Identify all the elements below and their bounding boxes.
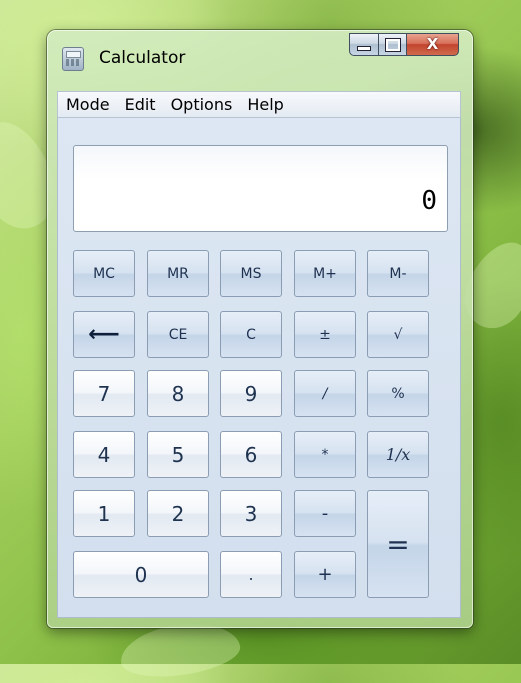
maximize-button[interactable]	[379, 33, 407, 56]
subtract-button[interactable]: -	[294, 490, 356, 537]
c-button[interactable]: C	[220, 311, 282, 358]
calculator-window: Calculator x Mode Edit Options Help 0 MC…	[47, 30, 473, 628]
ce-button[interactable]: CE	[147, 311, 209, 358]
calculator-app-icon[interactable]	[62, 47, 84, 71]
key-5[interactable]: 5	[147, 431, 209, 478]
minimize-icon	[357, 46, 371, 51]
close-icon: x	[426, 35, 439, 53]
decimal-button[interactable]: .	[220, 551, 282, 598]
mc-button[interactable]: MC	[73, 250, 135, 297]
display-value: 0	[421, 186, 437, 216]
window-title: Calculator	[99, 48, 186, 68]
result-display: 0	[73, 145, 448, 232]
key-7[interactable]: 7	[73, 370, 135, 417]
divide-button[interactable]: /	[294, 370, 356, 417]
backspace-arrow-icon: ⟵	[88, 322, 120, 347]
multiply-button[interactable]: *	[294, 431, 356, 478]
calculator-body: 0 MC MR MS M+ M- ⟵ CE C ± √ 7 8 9 / % 4 …	[57, 118, 461, 618]
reciprocal-label: 1/x	[385, 445, 411, 464]
sqrt-button[interactable]: √	[367, 311, 429, 358]
menu-mode[interactable]: Mode	[62, 95, 121, 114]
m-minus-button[interactable]: M-	[367, 250, 429, 297]
close-button[interactable]: x	[407, 33, 459, 56]
key-8[interactable]: 8	[147, 370, 209, 417]
menu-help[interactable]: Help	[243, 95, 294, 114]
key-1[interactable]: 1	[73, 490, 135, 537]
key-3[interactable]: 3	[220, 490, 282, 537]
menu-edit[interactable]: Edit	[121, 95, 167, 114]
reciprocal-button[interactable]: 1/x	[367, 431, 429, 478]
mr-button[interactable]: MR	[147, 250, 209, 297]
key-2[interactable]: 2	[147, 490, 209, 537]
ms-button[interactable]: MS	[220, 250, 282, 297]
menu-options[interactable]: Options	[167, 95, 244, 114]
m-plus-button[interactable]: M+	[294, 250, 356, 297]
key-4[interactable]: 4	[73, 431, 135, 478]
caption-buttons: x	[349, 33, 459, 56]
title-bar[interactable]: Calculator x	[47, 30, 473, 82]
add-button[interactable]: +	[294, 551, 356, 598]
percent-button[interactable]: %	[367, 370, 429, 417]
minimize-button[interactable]	[349, 33, 379, 56]
maximize-icon	[384, 37, 401, 52]
key-0[interactable]: 0	[73, 551, 209, 598]
equals-button[interactable]: =	[367, 490, 429, 598]
key-9[interactable]: 9	[220, 370, 282, 417]
backspace-button[interactable]: ⟵	[73, 311, 135, 358]
key-6[interactable]: 6	[220, 431, 282, 478]
negate-button[interactable]: ±	[294, 311, 356, 358]
menu-bar: Mode Edit Options Help	[57, 91, 461, 118]
